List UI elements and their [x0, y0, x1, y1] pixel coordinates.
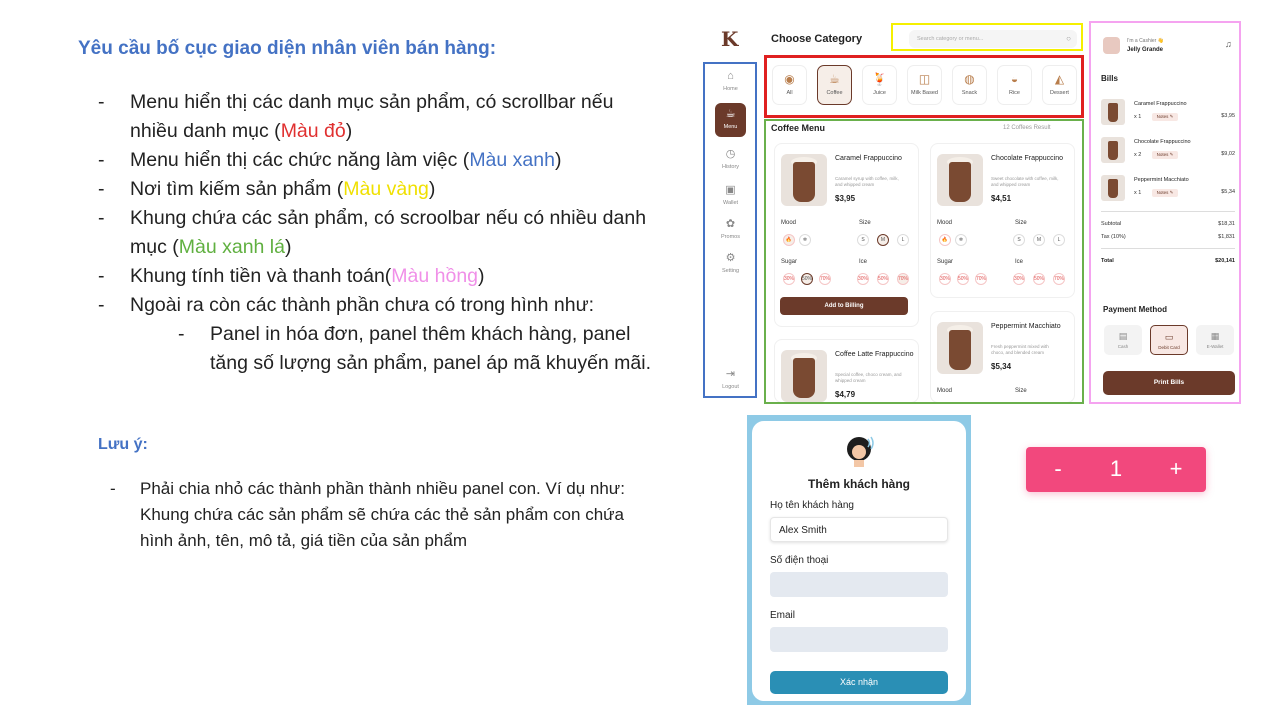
- email-label: Email: [770, 610, 796, 621]
- requirement-item: - Khung chứa các sản phẩm, có scroolbar n…: [98, 207, 647, 258]
- requirement-item: - Khung tính tiền và thanh toán(Màu hồng): [98, 265, 485, 287]
- category-frame-red: [764, 55, 1084, 118]
- decrement-button[interactable]: -: [1050, 456, 1066, 482]
- requirements-title: Yêu cầu bố cục giao diện nhân viên bán h…: [78, 38, 497, 59]
- requirement-subitem: - Panel in hóa đơn, panel thêm khách hàng…: [178, 323, 652, 374]
- slide: Yêu cầu bố cục giao diện nhân viên bán h…: [0, 0, 1280, 720]
- phone-field[interactable]: [770, 572, 948, 597]
- add-customer-card: Thêm khách hàng Họ tên khách hàng Alex S…: [752, 421, 966, 701]
- customer-name-field[interactable]: Alex Smith: [770, 517, 948, 542]
- add-customer-title: Thêm khách hàng: [807, 477, 911, 491]
- requirement-item: - Menu hiển thị các chức năng làm việc (M…: [98, 149, 562, 171]
- customer-avatar-icon: [847, 436, 874, 467]
- pos-mockup: K ⌂ Home ☕ Menu ◷ History ▣ Wallet ✿ Promos ⚙…: [703, 15, 1245, 405]
- products-frame-green: [764, 119, 1084, 404]
- requirement-item: - Ngoài ra còn các thành phần chưa có tro…: [98, 291, 658, 378]
- requirements-list: - Menu hiển thị các danh mục sản phẩm, có…: [98, 88, 658, 378]
- requirement-item: - Nơi tìm kiếm sản phẩm (Màu vàng): [98, 178, 436, 200]
- name-label: Họ tên khách hàng: [770, 500, 854, 511]
- note-list: - Phải chia nhỏ các thành phần thành nhiề…: [110, 476, 630, 554]
- category-title: Choose Category: [771, 33, 863, 45]
- increment-button[interactable]: +: [1166, 456, 1186, 482]
- bill-frame-pink: [1089, 21, 1241, 404]
- quantity-stepper: - 1 +: [1026, 447, 1206, 492]
- confirm-button[interactable]: Xác nhận: [770, 671, 948, 694]
- search-frame-yellow: [891, 23, 1083, 51]
- note-title: Lưu ý:: [98, 436, 148, 453]
- quantity-value: 1: [1109, 456, 1123, 481]
- brand-logo: K: [721, 27, 739, 51]
- requirement-item: - Menu hiển thị các danh mục sản phẩm, có…: [98, 91, 614, 142]
- phone-label: Số điện thoại: [770, 555, 829, 566]
- nav-frame-blue: [703, 62, 757, 398]
- add-customer-panel: Thêm khách hàng Họ tên khách hàng Alex S…: [747, 415, 971, 705]
- requirement-sublist: - Panel in hóa đơn, panel thêm khách hàng…: [178, 320, 658, 378]
- note-item: - Phải chia nhỏ các thành phần thành nhiề…: [110, 479, 625, 550]
- email-field[interactable]: [770, 627, 948, 652]
